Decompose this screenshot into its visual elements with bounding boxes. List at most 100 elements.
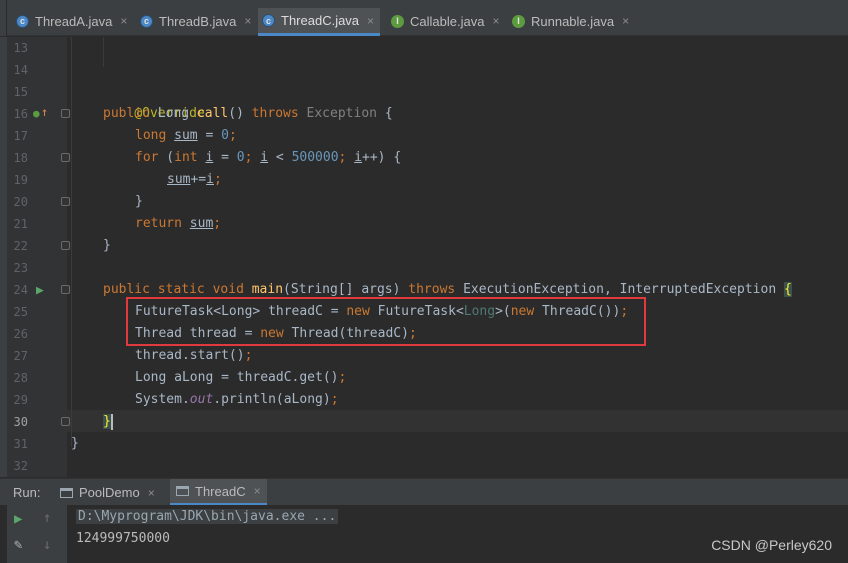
implements-method-icon[interactable]: ● bbox=[33, 107, 40, 120]
close-icon[interactable]: × bbox=[622, 14, 629, 28]
close-icon[interactable]: × bbox=[367, 14, 374, 28]
left-tool-strip bbox=[0, 37, 7, 477]
indent-guide bbox=[103, 37, 104, 67]
method-name: main bbox=[251, 282, 284, 297]
code-line-16: public Long call() throws Exception { bbox=[103, 103, 393, 125]
indent-guide bbox=[71, 37, 72, 447]
close-icon[interactable]: × bbox=[254, 484, 261, 498]
tab-runnable[interactable]: Runnable.java × bbox=[508, 8, 635, 34]
line-number: 32 bbox=[13, 459, 28, 473]
tab-label: ThreadC.java bbox=[281, 13, 360, 28]
class-icon bbox=[16, 14, 29, 28]
keyword: public bbox=[103, 106, 150, 121]
punct: } bbox=[71, 436, 79, 451]
rerun-icon[interactable]: ▶ bbox=[14, 511, 22, 527]
keyword: long bbox=[135, 128, 167, 143]
code-line-31: } bbox=[71, 433, 79, 455]
close-icon[interactable]: × bbox=[492, 14, 499, 28]
class-icon bbox=[140, 14, 153, 28]
params: (String[] args) bbox=[283, 282, 409, 297]
fold-marker[interactable] bbox=[61, 285, 70, 294]
line-number: 25 bbox=[13, 305, 28, 319]
punct: ; bbox=[338, 370, 347, 385]
keyword: static bbox=[157, 282, 205, 297]
run-tab-threadc[interactable]: ThreadC × bbox=[170, 479, 267, 506]
interface-icon bbox=[391, 14, 404, 28]
keyword: void bbox=[212, 282, 244, 297]
line-number: 17 bbox=[13, 129, 28, 143]
code-editor[interactable]: 13 14 15 16 17 18 19 20 21 22 23 24 25 2… bbox=[0, 37, 848, 477]
tab-label: Runnable.java bbox=[531, 13, 615, 29]
fold-marker[interactable] bbox=[61, 197, 70, 206]
keyword: public bbox=[103, 282, 150, 297]
run-tab-label: PoolDemo bbox=[79, 485, 140, 500]
fold-marker[interactable] bbox=[61, 153, 70, 162]
line-number: 24 bbox=[13, 283, 28, 297]
code-line-20: } bbox=[135, 191, 143, 213]
statement: Long aLong = threadC.get() bbox=[135, 370, 339, 385]
class-icon bbox=[262, 14, 275, 27]
keyword: throws bbox=[251, 106, 299, 121]
punct: ; bbox=[338, 150, 347, 165]
keyword: return bbox=[135, 216, 182, 231]
method-name: call bbox=[196, 106, 229, 121]
punct: } bbox=[135, 194, 143, 209]
line-number: 16 bbox=[13, 107, 28, 121]
punct: ; bbox=[228, 128, 237, 143]
variable: sum bbox=[189, 216, 214, 231]
punct: () bbox=[228, 106, 244, 121]
line-number: 21 bbox=[13, 217, 28, 231]
line-number: 19 bbox=[13, 173, 28, 187]
line-number: 18 bbox=[13, 151, 28, 165]
tab-label: ThreadA.java bbox=[35, 13, 113, 29]
line-number: 26 bbox=[13, 327, 28, 341]
punct: { bbox=[393, 150, 402, 165]
type: Long bbox=[157, 106, 190, 121]
run-console[interactable]: ▶ ↑ ✎ ↓ D:\Myprogram\JDK\bin\java.exe ..… bbox=[0, 505, 848, 563]
code-line-21: return sum; bbox=[135, 213, 221, 235]
punct: += bbox=[190, 172, 207, 187]
watermark: CSDN @Perley620 bbox=[711, 537, 832, 553]
arrow-down-icon[interactable]: ↓ bbox=[43, 537, 51, 553]
tab-callable[interactable]: Callable.java × bbox=[387, 8, 505, 34]
close-icon[interactable]: × bbox=[244, 14, 251, 28]
code-line-22: } bbox=[103, 235, 111, 257]
tab-threada[interactable]: ThreadA.java × bbox=[12, 8, 133, 34]
number: 500000 bbox=[291, 150, 339, 165]
console-icon bbox=[176, 486, 189, 496]
left-tool-strip bbox=[0, 0, 7, 36]
console-line: D:\Myprogram\JDK\bin\java.exe ... bbox=[76, 506, 339, 527]
line-number: 28 bbox=[13, 371, 28, 385]
close-icon[interactable]: × bbox=[148, 486, 155, 500]
code-line-30: } bbox=[103, 411, 113, 433]
code-line-18: for (int i = 0; i < 500000; i++) { bbox=[135, 150, 402, 165]
line-number: 29 bbox=[13, 393, 28, 407]
punct: = bbox=[213, 150, 237, 165]
arrow-up-icon[interactable]: ↑ bbox=[41, 105, 48, 119]
punct: { bbox=[783, 282, 792, 297]
line-number: 20 bbox=[13, 195, 28, 209]
close-icon[interactable]: × bbox=[120, 14, 127, 28]
line-number: 23 bbox=[13, 261, 28, 275]
fold-marker[interactable] bbox=[61, 417, 70, 426]
tab-label: Callable.java bbox=[410, 13, 485, 29]
punct: { bbox=[384, 106, 393, 121]
arrow-up-icon[interactable]: ↑ bbox=[43, 510, 51, 526]
run-tab-pooldemo[interactable]: PoolDemo × bbox=[54, 479, 161, 506]
console-command: D:\Myprogram\JDK\bin\java.exe ... bbox=[76, 509, 339, 524]
fold-marker[interactable] bbox=[61, 241, 70, 250]
variable: sum bbox=[167, 172, 191, 187]
run-main-icon[interactable]: ▶ bbox=[36, 283, 44, 298]
fold-marker[interactable] bbox=[61, 109, 70, 118]
wrench-icon[interactable]: ✎ bbox=[14, 537, 22, 553]
tab-threadb[interactable]: ThreadB.java × bbox=[136, 8, 257, 34]
line-number-current: 30 bbox=[13, 415, 28, 429]
statement: System. bbox=[135, 392, 190, 407]
tab-threadc[interactable]: ThreadC.java × bbox=[258, 8, 381, 36]
punct: } bbox=[103, 414, 111, 429]
run-tab-label: ThreadC bbox=[195, 483, 246, 499]
code-line-29: System.out.println(aLong); bbox=[135, 389, 339, 411]
current-line-highlight bbox=[67, 410, 848, 432]
punct: ; bbox=[244, 348, 253, 363]
code-line-28: Long aLong = threadC.get(); bbox=[135, 367, 346, 389]
